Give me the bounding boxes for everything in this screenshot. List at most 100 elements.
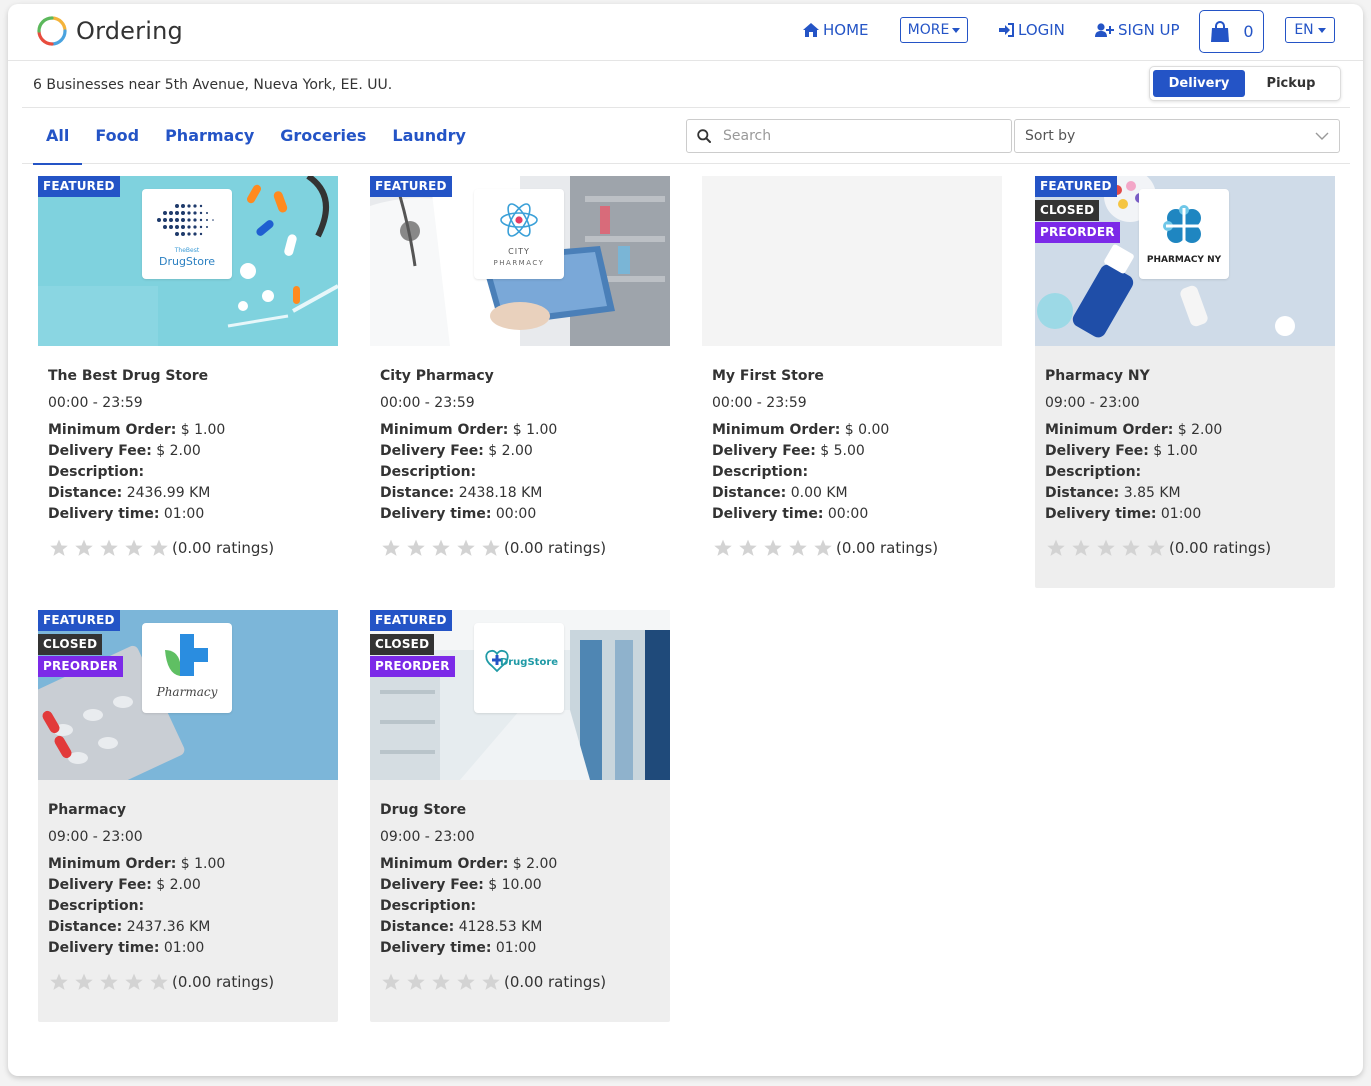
- business-name: The Best Drug Store: [48, 368, 209, 384]
- delivery-fee-line: Delivery Fee: $ 5.00: [712, 443, 865, 459]
- business-name: Pharmacy: [48, 802, 127, 818]
- search-input[interactable]: [723, 128, 983, 144]
- description-line: Description:: [712, 464, 809, 480]
- star-icon: [382, 973, 400, 990]
- logo[interactable]: Ordering: [36, 15, 183, 47]
- business-info: Pharmacy 09:00 - 23:00 Minimum Order: $ …: [48, 802, 333, 961]
- star-icon: [407, 973, 425, 990]
- star-icon: [789, 539, 807, 556]
- distance-line: Distance: 2436.99 KM: [48, 485, 211, 501]
- business-cover-image: [702, 176, 1002, 346]
- business-info: Pharmacy NY 09:00 - 23:00 Minimum Order:…: [1045, 368, 1330, 527]
- description-line: Description:: [48, 898, 145, 914]
- star-icon: [764, 539, 782, 556]
- order-type-toggle: Delivery Pickup: [1149, 66, 1341, 101]
- min-order-line: Minimum Order: $ 2.00: [1045, 422, 1223, 438]
- min-order-line: Minimum Order: $ 0.00: [712, 422, 890, 438]
- nav-signup[interactable]: SIGN UP: [1095, 21, 1180, 39]
- rating: (0.00 ratings): [1045, 538, 1271, 558]
- rating: (0.00 ratings): [48, 972, 274, 992]
- svg-text:CITY: CITY: [508, 247, 530, 256]
- sort-select[interactable]: Sort by: [1014, 119, 1340, 153]
- logo-text: Ordering: [76, 17, 183, 45]
- search-box: [686, 119, 1012, 153]
- tab-food[interactable]: Food: [82, 108, 152, 164]
- star-icon: [100, 973, 118, 990]
- chevron-down-icon: [1315, 132, 1329, 140]
- more-dropdown[interactable]: MORE: [900, 17, 968, 43]
- closed-badge: CLOSED: [1035, 200, 1100, 221]
- top-header: Ordering HOME MORE LOGIN SIGN UP 0 EN: [8, 4, 1363, 61]
- closed-badge: CLOSED: [370, 634, 435, 655]
- cart-button[interactable]: 0: [1199, 10, 1264, 53]
- star-icon: [814, 539, 832, 556]
- rating: (0.00 ratings): [712, 538, 938, 558]
- distance-line: Distance: 0.00 KM: [712, 485, 848, 501]
- business-logo: PHARMACY NY: [1139, 189, 1229, 279]
- star-icon: [150, 539, 168, 556]
- pickup-toggle-button[interactable]: Pickup: [1245, 70, 1337, 97]
- delivery-time-line: Delivery time: 01:00: [1045, 506, 1202, 522]
- category-tabs: All Food Pharmacy Groceries Laundry: [33, 108, 479, 165]
- sign-in-icon: [999, 23, 1014, 37]
- rating: (0.00 ratings): [380, 538, 606, 558]
- star-icon: [75, 539, 93, 556]
- shopping-bag-icon: [1211, 20, 1230, 42]
- nav-home[interactable]: HOME: [803, 21, 869, 39]
- featured-badge: FEATURED: [370, 176, 452, 197]
- svg-text:DrugStore: DrugStore: [159, 255, 215, 268]
- distance-line: Distance: 2437.36 KM: [48, 919, 211, 935]
- business-hours: 09:00 - 23:00: [48, 829, 143, 845]
- ratings-count: (0.00 ratings): [504, 973, 607, 991]
- business-name: City Pharmacy: [380, 368, 494, 384]
- language-label: EN: [1294, 22, 1314, 38]
- business-card-my-first-store[interactable]: My First Store 00:00 - 23:59 Minimum Ord…: [702, 176, 1002, 588]
- star-icon: [482, 539, 500, 556]
- star-rating: [380, 538, 502, 558]
- business-card-drug-store[interactable]: DrugStore FEATURED CLOSED PREORDER Drug …: [370, 610, 670, 1022]
- tab-all[interactable]: All: [33, 108, 83, 165]
- business-card-pharmacy-ny[interactable]: PHARMACY NY FEATURED CLOSED PREORDER Pha…: [1035, 176, 1335, 588]
- tab-groceries[interactable]: Groceries: [267, 108, 379, 164]
- preorder-badge: PREORDER: [1035, 222, 1120, 243]
- location-text: 6 Businesses near 5th Avenue, Nueva York…: [33, 77, 393, 93]
- caret-down-icon: [952, 27, 961, 33]
- delivery-toggle-button[interactable]: Delivery: [1153, 70, 1245, 97]
- star-icon: [1072, 539, 1090, 556]
- star-icon: [100, 539, 118, 556]
- tab-laundry[interactable]: Laundry: [379, 108, 479, 164]
- business-card-pharmacy[interactable]: Pharmacy FEATURED CLOSED PREORDER Pharma…: [38, 610, 338, 1022]
- closed-badge: CLOSED: [38, 634, 103, 655]
- min-order-line: Minimum Order: $ 1.00: [380, 422, 558, 438]
- star-icon: [50, 539, 68, 556]
- ratings-count: (0.00 ratings): [836, 539, 939, 557]
- featured-badge: FEATURED: [38, 176, 120, 197]
- star-icon: [432, 539, 450, 556]
- description-line: Description:: [48, 464, 145, 480]
- tab-pharmacy[interactable]: Pharmacy: [152, 108, 267, 164]
- language-dropdown[interactable]: EN: [1285, 17, 1335, 43]
- star-icon: [482, 973, 500, 990]
- delivery-time-line: Delivery time: 01:00: [48, 506, 205, 522]
- cart-count: 0: [1243, 22, 1254, 41]
- business-card-city-pharmacy[interactable]: CITY PHARMACY FEATURED City Pharmacy 00:…: [370, 176, 670, 588]
- star-icon: [1047, 539, 1065, 556]
- ratings-count: (0.00 ratings): [172, 973, 275, 991]
- more-label: MORE: [907, 22, 950, 38]
- star-icon: [382, 539, 400, 556]
- min-order-line: Minimum Order: $ 1.00: [48, 422, 226, 438]
- caret-down-icon: [1317, 27, 1326, 33]
- sort-label: Sort by: [1025, 128, 1076, 144]
- filter-bar: All Food Pharmacy Groceries Laundry Sort…: [22, 108, 1350, 165]
- nav-login[interactable]: LOGIN: [999, 21, 1065, 39]
- featured-badge: FEATURED: [370, 610, 452, 631]
- rating: (0.00 ratings): [380, 972, 606, 992]
- business-name: Pharmacy NY: [1045, 368, 1150, 384]
- star-icon: [1122, 539, 1140, 556]
- star-rating: [48, 972, 170, 992]
- business-info: The Best Drug Store 00:00 - 23:59 Minimu…: [48, 368, 333, 527]
- business-card-the-best-drug-store[interactable]: TheBest DrugStore FEATURED The Best Drug…: [38, 176, 338, 588]
- svg-text:TheBest: TheBest: [174, 247, 200, 254]
- description-line: Description:: [380, 898, 477, 914]
- business-hours: 09:00 - 23:00: [1045, 395, 1140, 411]
